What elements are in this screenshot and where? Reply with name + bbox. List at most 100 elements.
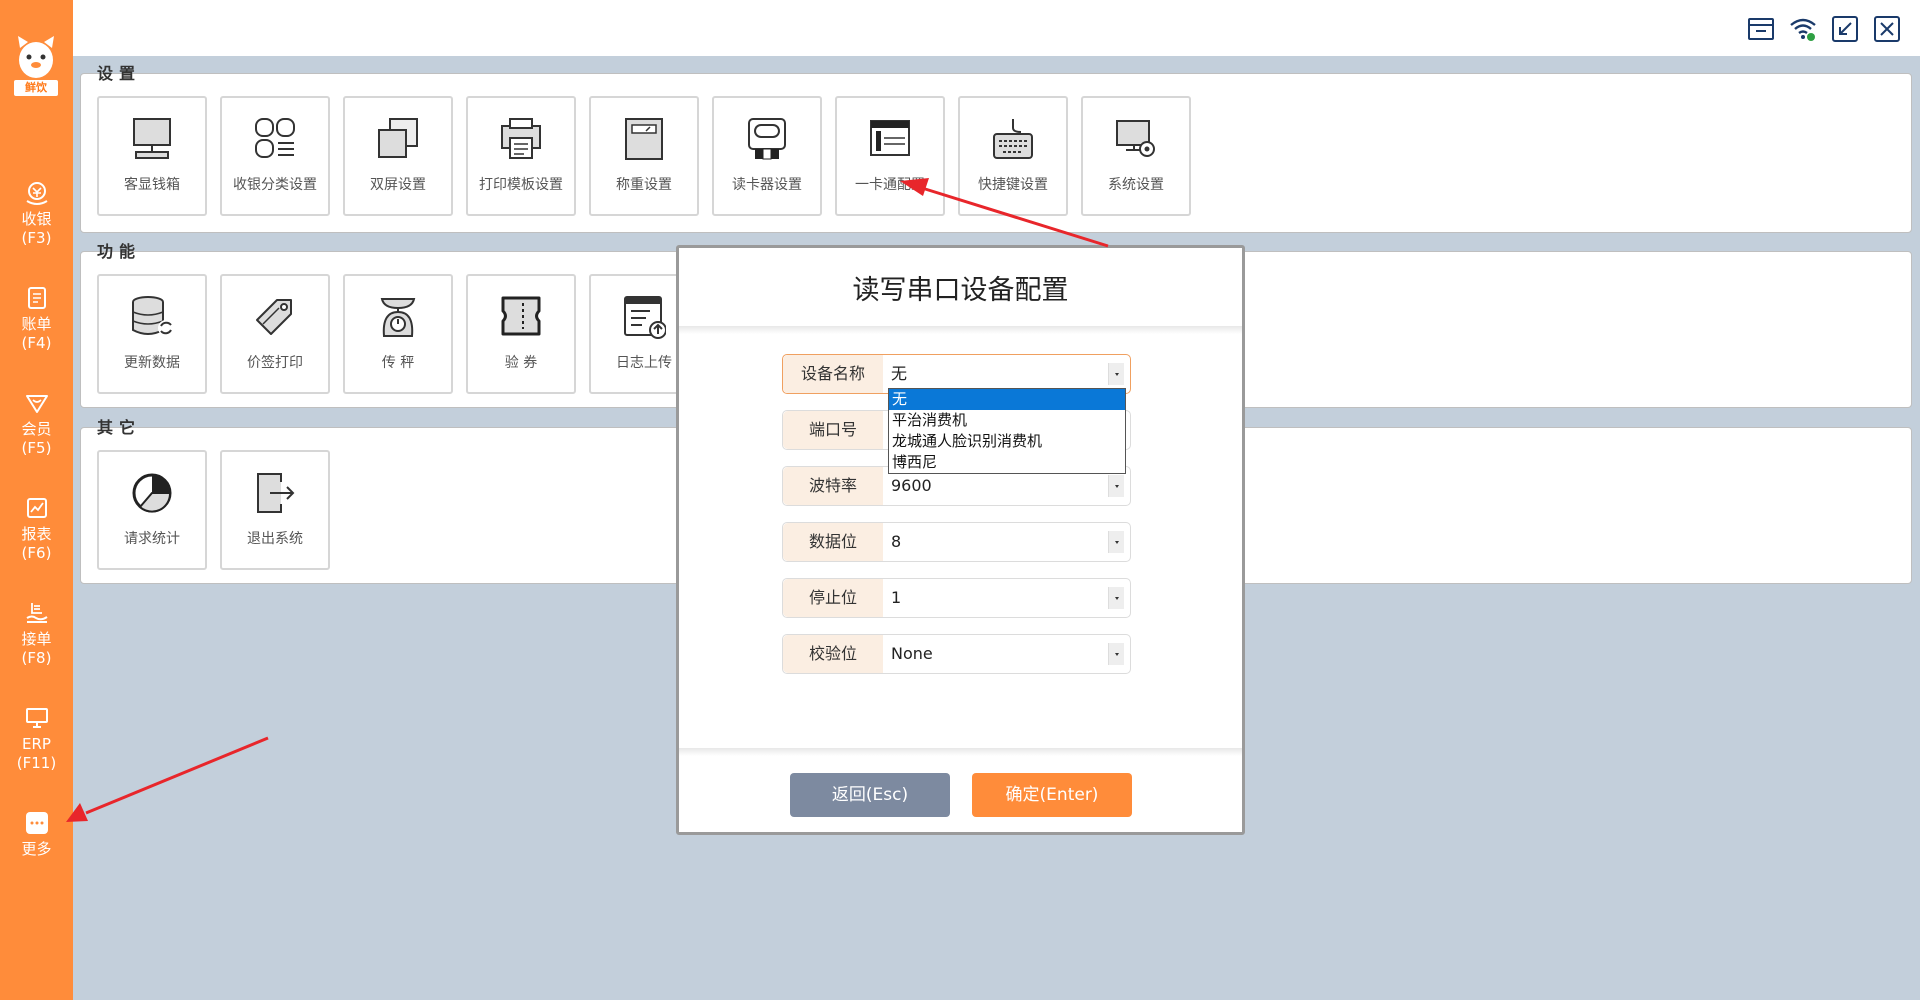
field-value: 1 [891, 588, 902, 607]
sidebar-item-member[interactable]: 会员 (F5) [0, 390, 73, 458]
bill-icon [27, 287, 46, 309]
database-sync-icon [132, 296, 174, 336]
tile-verify-coupon[interactable]: 验 券 [466, 274, 576, 394]
sidebar-item-orders[interactable]: 接单 (F8) [0, 600, 73, 668]
cashier-icon [25, 182, 48, 205]
sidebar-item-shortcut: (F6) [21, 544, 52, 562]
field-label: 校验位 [783, 635, 883, 673]
minimize-icon[interactable] [1830, 14, 1860, 44]
back-button[interactable]: 返回(Esc) [790, 773, 950, 817]
confirm-button[interactable]: 确定(Enter) [972, 773, 1132, 817]
customer-display-icon [133, 118, 171, 159]
sidebar-item-more[interactable]: 更多 [0, 810, 73, 859]
tile-one-card-config[interactable]: 一卡通配置 [835, 96, 945, 216]
price-tag-icon [256, 299, 292, 335]
data-bits-select[interactable]: 数据位 8 [782, 522, 1131, 562]
sidebar-item-label: 收银 [21, 210, 52, 228]
keyboard-icon [993, 119, 1033, 159]
sidebar-item-label: 接单 [21, 630, 52, 648]
tile-request-stats[interactable]: 请求统计 [97, 450, 207, 570]
dropdown-arrow-icon[interactable] [1108, 643, 1124, 665]
sidebar: 鲜饮 收银 (F3) 账单 (F4) 会员 (F5) 报表 (F6) 接单 (F… [0, 0, 73, 1000]
dropdown-option[interactable]: 博西尼 [889, 452, 1125, 473]
sidebar-item-label: 会员 [21, 420, 52, 438]
settings-group: 设置 客显钱箱 收银分类设置 双屏设置 打印模板设置 称重设置 读卡器设置 一卡… [80, 64, 1912, 233]
sidebar-item-shortcut: (F5) [21, 439, 52, 457]
category-icon [255, 118, 295, 158]
tile-label: 请求统计 [124, 531, 180, 547]
dual-screen-icon [378, 118, 418, 158]
group-title: 其它 [97, 418, 142, 437]
tile-exit-system[interactable]: 退出系统 [220, 450, 330, 570]
dropdown-arrow-icon[interactable] [1108, 475, 1124, 497]
log-upload-icon [624, 296, 666, 339]
tile-label: 传 秤 [381, 355, 415, 371]
system-settings-icon [1116, 120, 1155, 157]
exit-icon [257, 473, 295, 513]
tile-system-settings[interactable]: 系统设置 [1081, 96, 1191, 216]
tile-label: 双屏设置 [370, 177, 426, 193]
field-label: 停止位 [783, 579, 883, 617]
dialog-title: 读写串口设备配置 [852, 275, 1069, 306]
dropdown-option[interactable]: 无 [889, 389, 1125, 410]
tile-update-data[interactable]: 更新数据 [97, 274, 207, 394]
sidebar-item-shortcut: (F8) [21, 649, 52, 667]
group-title: 功能 [97, 242, 142, 261]
dropdown-option[interactable]: 平治消费机 [889, 410, 1125, 431]
more-icon [25, 812, 48, 834]
arrow-to-more [66, 736, 269, 822]
tile-category-settings[interactable]: 收银分类设置 [220, 96, 330, 216]
device-name-options: 无 平治消费机 龙城通人脸识别消费机 博西尼 [888, 388, 1126, 474]
tile-label: 称重设置 [616, 177, 672, 193]
tile-shortcut-settings[interactable]: 快捷键设置 [958, 96, 1068, 216]
sidebar-item-label: 账单 [21, 315, 52, 333]
tile-dual-screen[interactable]: 双屏设置 [343, 96, 453, 216]
sidebar-item-shortcut: (F4) [21, 334, 52, 352]
tile-transfer-scale[interactable]: 传 秤 [343, 274, 453, 394]
tile-label: 更新数据 [124, 355, 180, 371]
card-reader-icon [748, 118, 786, 160]
tile-card-reader[interactable]: 读卡器设置 [712, 96, 822, 216]
sidebar-item-label: 报表 [21, 525, 52, 543]
dropdown-arrow-icon[interactable] [1108, 363, 1124, 385]
sidebar-item-bills[interactable]: 账单 (F4) [0, 285, 73, 353]
field-label: 设备名称 [783, 355, 883, 393]
cash-drawer-icon[interactable] [1746, 14, 1776, 44]
monitor-icon [25, 708, 48, 728]
sidebar-item-cashier[interactable]: 收银 (F3) [0, 180, 73, 248]
report-icon [26, 498, 47, 518]
kitchen-scale-icon [380, 298, 416, 337]
tile-print-template[interactable]: 打印模板设置 [466, 96, 576, 216]
tile-weighing[interactable]: 称重设置 [589, 96, 699, 216]
coupon-icon [501, 296, 541, 336]
stop-bits-select[interactable]: 停止位 1 [782, 578, 1131, 618]
tile-label: 系统设置 [1108, 177, 1164, 193]
sidebar-item-label: 更多 [21, 840, 52, 858]
pie-chart-icon [132, 473, 172, 513]
wifi-icon[interactable] [1788, 14, 1818, 44]
sidebar-item-shortcut: (F11) [16, 754, 57, 772]
group-title: 设置 [97, 64, 142, 83]
dropdown-arrow-icon[interactable] [1108, 587, 1124, 609]
sidebar-item-label: ERP [22, 735, 51, 753]
bear-logo-icon [18, 36, 54, 78]
sidebar-item-reports[interactable]: 报表 (F6) [0, 495, 73, 563]
close-icon[interactable] [1872, 14, 1902, 44]
printer-icon [501, 118, 541, 159]
tile-price-tag-print[interactable]: 价签打印 [220, 274, 330, 394]
parity-select[interactable]: 校验位 None [782, 634, 1131, 674]
tile-label: 退出系统 [247, 531, 303, 547]
dropdown-arrow-icon[interactable] [1108, 531, 1124, 553]
serial-device-config-dialog: 读写串口设备配置 设备名称 无 无 平治消费机 龙城通人脸识别消费机 博西尼 端… [676, 245, 1245, 835]
tile-label: 客显钱箱 [124, 177, 180, 193]
divider [679, 748, 1242, 756]
tile-label: 价签打印 [247, 355, 303, 371]
member-icon [25, 395, 48, 413]
tile-label: 一卡通配置 [855, 177, 925, 193]
app-logo: 鲜饮 [14, 34, 58, 100]
tile-customer-display[interactable]: 客显钱箱 [97, 96, 207, 216]
tile-label: 读卡器设置 [732, 177, 802, 193]
dropdown-option[interactable]: 龙城通人脸识别消费机 [889, 431, 1125, 452]
field-value: 8 [891, 532, 902, 551]
sidebar-item-erp[interactable]: ERP (F11) [0, 705, 73, 773]
